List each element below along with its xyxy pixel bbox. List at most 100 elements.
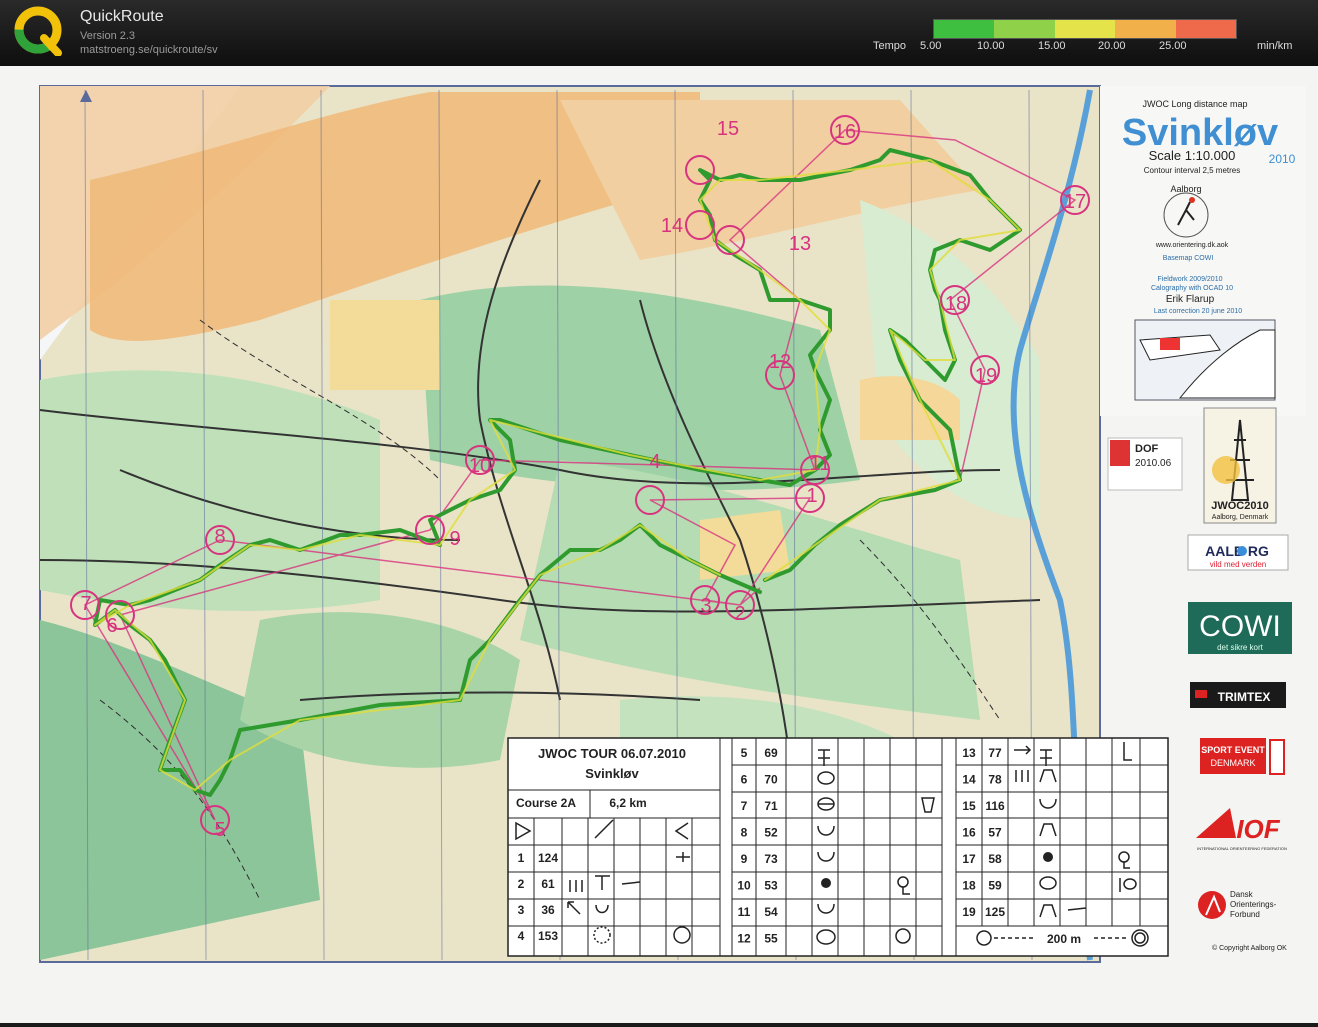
card-row-code: 125 (985, 905, 1005, 919)
card-row-number: 17 (962, 852, 976, 866)
tempo-tick: 15.00 (1038, 40, 1066, 52)
tempo-tick: 5.00 (920, 40, 942, 52)
tempo-tick: 25.00 (1159, 40, 1187, 52)
control-number: 1 (806, 485, 817, 507)
card-row-code: 69 (764, 746, 778, 760)
card-place: Svinkløv (585, 766, 639, 781)
control-number: 2 (734, 603, 745, 625)
card-row-number: 14 (962, 773, 976, 787)
card-length: 6,2 km (609, 796, 646, 810)
card-row-code: 36 (541, 903, 555, 917)
dansk-logo-2: Orienterings- (1230, 900, 1277, 909)
card-row-number: 6 (741, 773, 748, 787)
card-row-code: 53 (764, 879, 778, 893)
map-header-panel: JWOC Long distance map Svinkløv Scale 1:… (1100, 86, 1306, 416)
card-row-code: 78 (988, 773, 1002, 787)
card-row-number: 15 (962, 799, 976, 813)
quickroute-logo-icon (14, 6, 62, 56)
control-number: 8 (214, 526, 225, 548)
aalborg-tag: vild med verden (1210, 560, 1266, 569)
app-title: QuickRoute (80, 8, 164, 25)
control-number: 18 (945, 293, 967, 315)
dansk-logo-3: Forbund (1230, 910, 1260, 919)
jwoc-logo: JWOC2010 (1211, 500, 1268, 512)
basemap: Basemap COWI (1163, 255, 1214, 262)
map-contour: Contour interval 2,5 metres (1144, 166, 1241, 175)
cowi-tag: det sikre kort (1217, 643, 1264, 652)
trimtex-logo: TRIMTEX (1218, 690, 1271, 704)
card-row-code: 70 (764, 773, 778, 787)
card-row-code: 71 (764, 799, 778, 813)
cartography: Calography with OCAD 10 (1151, 285, 1233, 292)
card-row-code: 153 (538, 929, 558, 943)
tempo-tick: 20.00 (1098, 40, 1126, 52)
control-number: 9 (449, 528, 460, 550)
card-row-number: 2 (518, 877, 525, 891)
card-row-number: 12 (737, 932, 751, 946)
card-row-code: 54 (764, 905, 778, 919)
cowi-logo: COWI (1199, 610, 1281, 643)
card-row-code: 77 (988, 746, 1002, 760)
control-card: JWOC TOUR 06.07.2010 Svinkløv Course 2A … (507, 737, 1169, 957)
app-url[interactable]: matstroeng.se/quickroute/sv (80, 44, 218, 56)
card-row-code: 116 (985, 799, 1005, 813)
map-canvas[interactable]: 1 2 3 4 5 6 7 8 9 10 11 12 13 14 15 16 17 18 19 JWOC Long … (0, 66, 1318, 1023)
card-row-number: 9 (741, 852, 748, 866)
club-url: www.orientering.dk.aok (1155, 242, 1229, 249)
control-number: 10 (469, 455, 491, 477)
control-number: 17 (1064, 191, 1086, 213)
control-number: 6 (106, 615, 117, 637)
card-row-code: 61 (541, 877, 555, 891)
jwoc-sub: Aalborg, Denmark (1212, 514, 1269, 521)
card-row-number: 10 (737, 879, 751, 893)
copyright: © Copyright Aalborg OK (1212, 944, 1287, 952)
app-version: Version 2.3 (80, 30, 136, 42)
mapper: Erik Flarup (1166, 294, 1215, 305)
card-row-code: 55 (764, 932, 778, 946)
map-subtitle: JWOC Long distance map (1142, 99, 1247, 109)
dof-logo: DOF (1135, 443, 1159, 455)
card-row-number: 18 (962, 879, 976, 893)
card-row-code: 58 (988, 852, 1002, 866)
tempo-caption: Tempo (873, 40, 907, 52)
iof-logo: IOF (1236, 814, 1280, 844)
dof-year: 2010.06 (1135, 458, 1172, 469)
card-row-code: 124 (538, 851, 558, 865)
card-row-number: 7 (741, 799, 748, 813)
tempo-tick: 10.00 (977, 40, 1005, 52)
tempo-unit: min/km (1257, 40, 1293, 52)
iof-sub: INTERNATIONAL ORIENTEERING FEDERATION (1197, 846, 1287, 851)
card-row-number: 4 (518, 929, 525, 943)
control-number: 13 (789, 233, 811, 255)
control-number: 4 (649, 451, 660, 473)
control-number: 7 (80, 593, 91, 615)
card-row-number: 16 (962, 826, 976, 840)
card-row-number: 13 (962, 746, 976, 760)
control-number: 15 (717, 118, 739, 140)
card-row-number: 3 (518, 903, 525, 917)
last-correction: Last correction 20 june 2010 (1154, 308, 1242, 315)
card-finish-distance: 200 m (1047, 932, 1081, 946)
control-number: 14 (661, 215, 683, 237)
card-course: Course 2A (516, 796, 576, 810)
orienteering-map[interactable]: 12345678 910 1112131415 16171819 JWOC Long … (0, 66, 1318, 1023)
dansk-logo: Dansk (1230, 890, 1254, 899)
map-scale: Scale 1:10.000 (1149, 148, 1236, 163)
card-row-code: 57 (988, 826, 1002, 840)
fieldwork: Fieldwork 2009/2010 (1158, 276, 1223, 283)
control-number: 12 (769, 351, 791, 373)
control-number: 3 (700, 595, 711, 617)
control-number: 16 (834, 121, 856, 143)
card-row-code: 52 (764, 826, 778, 840)
card-row-number: 11 (738, 905, 751, 919)
card-row-number: 5 (741, 746, 748, 760)
card-title: JWOC TOUR 06.07.2010 (538, 746, 686, 761)
control-number: 19 (975, 365, 997, 387)
card-row-number: 1 (518, 851, 525, 865)
card-row-code: 59 (988, 879, 1002, 893)
map-year: 2010 (1269, 152, 1296, 166)
tempo-color-scale (933, 19, 1237, 39)
sportevent-logo: SPORT EVENT (1201, 745, 1265, 755)
sportevent-sub: DENMARK (1210, 758, 1255, 768)
app-header: QuickRoute Version 2.3 matstroeng.se/qui… (0, 0, 1318, 66)
